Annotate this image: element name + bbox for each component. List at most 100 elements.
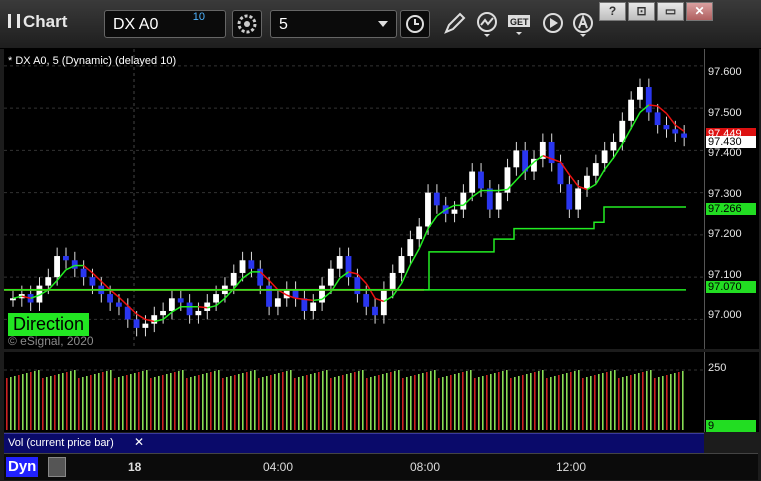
volume-scale[interactable]: 250 9 [704, 352, 759, 432]
volume-bar [114, 378, 116, 430]
volume-bar [398, 370, 400, 430]
candle-body [133, 319, 140, 328]
candle-body [469, 171, 476, 193]
candle-body [124, 306, 131, 320]
close-button[interactable]: ✕ [686, 2, 713, 21]
candle-body [460, 192, 467, 210]
candle-body [142, 323, 149, 328]
candle-body [45, 277, 52, 286]
time-label: 18 [128, 460, 142, 474]
candle-body [389, 272, 396, 290]
volume-bar [66, 372, 68, 430]
volume-bar [278, 373, 280, 430]
restore-button[interactable]: ⊡ [628, 2, 655, 21]
volume-bar [74, 370, 76, 430]
candle-body [115, 302, 122, 307]
candle-body [486, 188, 493, 210]
volume-study-label: Vol (current price bar) [8, 437, 114, 449]
volume-bar [374, 376, 376, 430]
volume-bar [570, 372, 572, 430]
volume-bar [282, 372, 284, 430]
candle-body [592, 163, 599, 176]
get-data-button[interactable]: GET [506, 10, 532, 38]
candle-body [274, 298, 281, 307]
volume-bar [550, 377, 552, 430]
volume-bar [290, 370, 292, 430]
volume-bar [106, 371, 108, 430]
volume-bar [646, 371, 648, 430]
volume-bar [494, 373, 496, 430]
candle-body [354, 277, 361, 295]
volume-bar [582, 378, 584, 430]
volume-bar [342, 375, 344, 430]
candle-body [601, 150, 608, 164]
maximize-button[interactable]: ▭ [657, 2, 684, 21]
price-tick: 97.500 [708, 107, 742, 119]
volume-bar [562, 374, 564, 430]
candle-body [584, 175, 590, 189]
volume-bar [70, 371, 72, 430]
volume-bar [618, 378, 620, 430]
volume-bar [310, 374, 312, 430]
price-tick: 97.600 [708, 66, 742, 78]
volume-bar [286, 371, 288, 430]
pause-icon[interactable] [8, 14, 20, 28]
candle-body [168, 298, 175, 311]
volume-bar [426, 372, 428, 430]
volume-bar [602, 373, 604, 430]
volume-bar [346, 374, 348, 430]
volume-plot [4, 369, 704, 430]
volume-bar [50, 376, 52, 430]
time-button[interactable] [400, 10, 430, 38]
volume-bar [158, 376, 160, 430]
title-bar: Chart DX A0 10 5 GET ? ⊡ ▭ ✕ [0, 0, 761, 49]
study-button[interactable] [474, 10, 500, 38]
interval-select[interactable]: 5 [270, 10, 397, 38]
volume-bar [142, 371, 144, 430]
fast-line-segment [648, 104, 658, 107]
volume-bar [330, 378, 332, 430]
link-gear-button[interactable] [232, 10, 262, 38]
help-button[interactable]: ? [599, 2, 626, 21]
volume-bar [246, 372, 248, 430]
close-icon[interactable]: ✕ [134, 435, 144, 449]
volume-bar [474, 378, 476, 430]
volume-bar [626, 376, 628, 430]
candle-body [54, 256, 60, 278]
volume-bar [170, 373, 172, 430]
symbol-input[interactable]: DX A0 10 [104, 10, 226, 38]
price-chart[interactable]: * DX A0, 5 (Dynamic) (delayed 10) Direct… [4, 49, 704, 349]
candle-body [107, 294, 113, 303]
delay-badge: 10 [192, 11, 205, 23]
candle-body [239, 260, 246, 273]
time-axis[interactable]: Dyn 18 04:00 08:00 12:00 [4, 453, 758, 480]
volume-bar [590, 376, 592, 430]
fast-line-segment [136, 313, 146, 321]
candle-body [230, 272, 237, 286]
volume-bar [538, 371, 540, 430]
alert-button[interactable] [570, 10, 596, 38]
volume-pane[interactable] [4, 352, 704, 432]
candle-body [645, 87, 652, 113]
volume-bar [146, 370, 148, 430]
volume-bar [410, 376, 412, 430]
play-icon [543, 13, 563, 33]
draw-button[interactable] [441, 10, 467, 38]
dynamic-mode-label[interactable]: Dyn [6, 457, 39, 477]
price-tick: 97.200 [708, 228, 742, 240]
price-scale[interactable]: 97.600 97.500 97.400 97.300 97.200 97.10… [704, 49, 759, 349]
link-gear-icon [237, 14, 257, 34]
volume-bar [478, 377, 480, 430]
fast-line-segment [665, 112, 676, 126]
play-button[interactable] [540, 10, 566, 38]
symbol-value: DX A0 [113, 16, 159, 33]
volume-bar [430, 371, 432, 430]
volume-bar [54, 375, 56, 430]
candle-body [654, 112, 661, 126]
volume-bar [514, 377, 516, 430]
volume-bar [386, 373, 388, 430]
candle-body [398, 256, 405, 273]
lock-icon[interactable] [48, 457, 66, 477]
volume-bar [658, 377, 660, 430]
candle-body [619, 120, 626, 142]
